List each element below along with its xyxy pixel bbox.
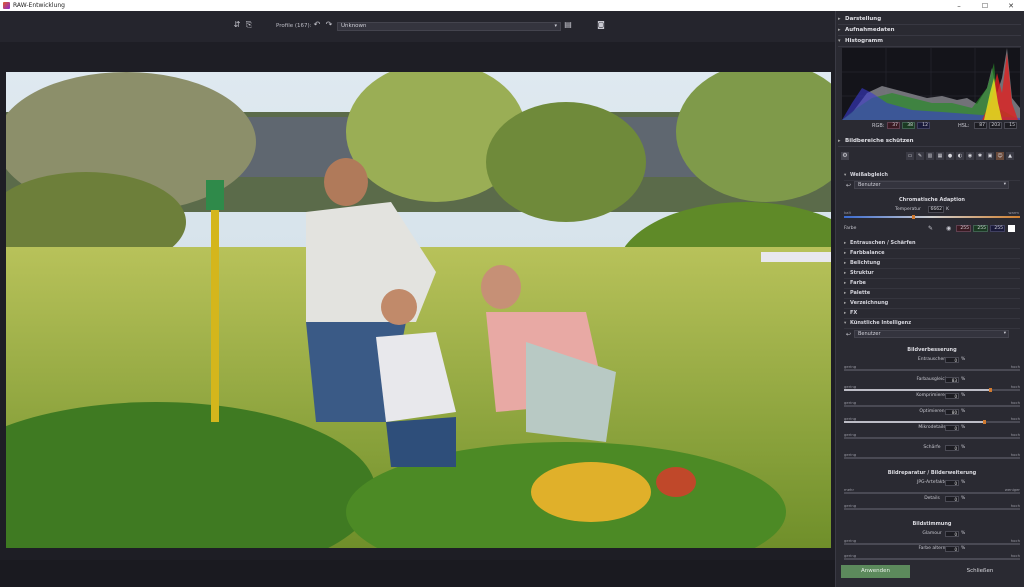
temp-value[interactable]: 6662 (928, 206, 944, 213)
image-viewer[interactable] (0, 42, 835, 560)
pipette-icon[interactable]: ✱ (976, 152, 984, 160)
chevron-down-icon: ▾ (838, 38, 841, 44)
section-histogramm[interactable]: ▾ Histogramm (838, 36, 1021, 47)
bottom-bar (0, 560, 835, 587)
temp-label: Temperatur (895, 207, 921, 212)
section-darstellung[interactable]: ▸ Darstellung (838, 14, 1021, 25)
contrast-icon[interactable]: ◐ (956, 152, 964, 160)
temp-unit: K (946, 207, 949, 212)
copy-settings-icon[interactable]: ⎘ (245, 21, 253, 29)
close-window-button[interactable]: ✕ (998, 0, 1024, 11)
section-entrauschen[interactable]: ▸ Entrauschen / Schärfen (844, 239, 1020, 249)
slider-farbausgleich[interactable]: Farbausgleich 83 % gering hoch (844, 377, 1020, 393)
portrait-icon[interactable]: ☺ (996, 152, 1004, 160)
palette-icon[interactable]: ▣ (986, 152, 994, 160)
maximize-button[interactable]: ☐ (972, 0, 998, 11)
wb-picker-icon[interactable]: ↩ (846, 182, 851, 189)
section-struktur[interactable]: ▸ Struktur (844, 269, 1020, 279)
app-icon (3, 2, 10, 9)
rgb-green-value: 38 (902, 122, 915, 129)
compare-icon[interactable]: ⇵ (233, 21, 241, 29)
slider-farbe-altern[interactable]: Farbe altern 0 % gering hoch (844, 546, 1020, 562)
chevron-down-icon: ▾ (554, 23, 557, 29)
rgb-blue-value: 12 (917, 122, 930, 129)
section-weissabgleich[interactable]: ▾ Weißabgleich (844, 171, 1020, 181)
histogram-chart (842, 48, 1020, 120)
eye-icon[interactable]: ◉ (946, 225, 951, 232)
settings-icon[interactable]: ⚙ (841, 152, 849, 160)
profile-dropdown-value: Unknown (341, 23, 367, 29)
farbe-swatch[interactable] (1008, 225, 1015, 232)
farbe-r-value[interactable]: 255 (956, 225, 971, 232)
camera-icon[interactable]: ◙ (597, 21, 605, 29)
ki-preset-dropdown[interactable]: Benutzer ▾ (854, 330, 1009, 338)
settings-sidebar: ▸ Darstellung ▸ Aufnahmedaten ▾ Histogramm … (835, 11, 1024, 587)
window-titlebar: RAW-Entwicklung – ☐ ✕ (0, 0, 1024, 11)
bildreparatur-heading: Bildreparatur / Bilderweiterung (887, 470, 977, 476)
landscape-icon[interactable]: ▲ (1006, 152, 1014, 160)
chevron-right-icon: ▸ (838, 138, 841, 144)
farbe-g-value[interactable]: 255 (973, 225, 988, 232)
ki-picker-icon[interactable]: ↩ (846, 331, 851, 338)
bildstimmung-heading: Bildstimmung (912, 521, 952, 527)
temp-cold-label: kalt (844, 210, 852, 215)
section-belichtung[interactable]: ▸ Belichtung (844, 259, 1020, 269)
farbe-b-value[interactable]: 255 (990, 225, 1005, 232)
section-fx[interactable]: ▸ FX (844, 309, 1020, 319)
hsl-label: HSL: (958, 123, 970, 129)
section-ki[interactable]: ▾ Künstliche Intelligenz (844, 319, 1020, 329)
save-profile-icon[interactable]: ▤ (564, 21, 572, 29)
chevron-right-icon: ▸ (838, 27, 841, 33)
section-palette[interactable]: ▸ Palette (844, 289, 1020, 299)
brush-icon[interactable]: ✎ (916, 152, 924, 160)
rgb-label: RGB: (872, 123, 885, 129)
eyedropper-icon[interactable]: ✎ (928, 225, 933, 232)
slider-komprimieren[interactable]: Komprimieren 0 % gering hoch (844, 393, 1020, 409)
layers-icon[interactable]: ▦ (936, 152, 944, 160)
mask-icon[interactable]: ◉ (966, 152, 974, 160)
photo-preview[interactable] (6, 72, 831, 548)
redo-icon[interactable]: ↷ (325, 21, 333, 29)
hsl-s-value: 203 (989, 122, 1002, 129)
section-farbe[interactable]: ▸ Farbe (844, 279, 1020, 289)
close-button[interactable]: Schließen (943, 565, 1017, 578)
rgb-red-value: 37 (887, 122, 900, 129)
slider-entrauschen[interactable]: Entrauschen 0 % gering hoch (844, 357, 1020, 373)
farbe-label: Farbe (844, 226, 857, 231)
undo-icon[interactable]: ↶ (313, 21, 321, 29)
hsl-l-value: 15 (1004, 122, 1017, 129)
chevron-right-icon: ▸ (838, 16, 841, 22)
hsl-h-value: 87 (974, 122, 987, 129)
tool-icon-row: ▭ ✎ ▥ ▦ ● ◐ ◉ ✱ ▣ ☺ ▲ (906, 152, 1018, 160)
profile-dropdown[interactable]: Unknown ▾ (337, 22, 561, 31)
chevron-down-icon: ▾ (1003, 182, 1006, 187)
slider-mikrodetails[interactable]: Mikrodetails 0 % gering hoch (844, 425, 1020, 441)
profile-label: Profile (167): (276, 23, 312, 29)
section-farbbalance[interactable]: ▸ Farbbalance (844, 249, 1020, 259)
temp-warm-label: warm (1008, 210, 1019, 215)
section-bildbereiche[interactable]: ▸ Bildbereiche schützen (838, 136, 1021, 147)
chromatic-adaption-heading: Chromatische Adaption (899, 197, 965, 203)
section-aufnahmedaten[interactable]: ▸ Aufnahmedaten (838, 25, 1021, 36)
slider-jpg-artefakte[interactable]: JPG-Artefakte 0 % mehr weniger (844, 480, 1020, 496)
window-title: RAW-Entwicklung (13, 2, 65, 9)
apply-button[interactable]: Anwenden (841, 565, 910, 578)
chevron-down-icon: ▾ (1003, 331, 1006, 336)
photo-scene (6, 72, 831, 548)
temperature-slider-knob[interactable] (912, 215, 915, 219)
wb-preset-dropdown[interactable]: Benutzer ▾ (854, 181, 1009, 189)
slider-schaerfe[interactable]: Schärfe 0 % gering hoch (844, 445, 1020, 461)
slider-details[interactable]: Details 0 % gering hoch (844, 496, 1020, 512)
circle-icon[interactable]: ● (946, 152, 954, 160)
minimize-button[interactable]: – (946, 0, 972, 11)
temperature-slider[interactable] (844, 215, 1020, 219)
crop-icon[interactable]: ▭ (906, 152, 914, 160)
slider-glamour[interactable]: Glamour 0 % gering hoch (844, 531, 1020, 547)
gradient-icon[interactable]: ▥ (926, 152, 934, 160)
slider-optimieren[interactable]: Optimieren 80 % gering hoch (844, 409, 1020, 425)
top-toolbar: ⇵ ⎘ Profile (167): ↶ ↷ Unknown ▾ ▤ ◙ (0, 11, 835, 42)
bildverbesserung-heading: Bildverbesserung (907, 347, 957, 353)
section-verzeichnung[interactable]: ▸ Verzeichnung (844, 299, 1020, 309)
